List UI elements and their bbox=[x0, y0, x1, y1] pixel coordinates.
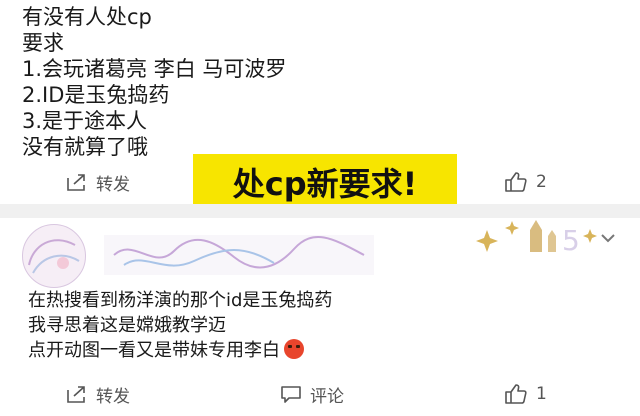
share-button[interactable]: 转发 bbox=[66, 164, 130, 200]
overlay-banner: 处cp新要求! bbox=[193, 154, 457, 210]
share-label: 转发 bbox=[96, 386, 130, 407]
like-count: 2 bbox=[536, 172, 547, 192]
blurred-username bbox=[104, 231, 374, 279]
like-button[interactable]: 2 bbox=[504, 164, 547, 200]
avatar[interactable] bbox=[22, 224, 86, 288]
share-label: 转发 bbox=[96, 174, 130, 195]
like-button[interactable]: 1 bbox=[504, 376, 547, 412]
comment-line-text: 点开动图一看又是带妹专用李白 bbox=[28, 340, 280, 361]
post-line: 3.是于途本人 bbox=[22, 109, 148, 133]
comment-line: 我寻思着这是嫦娥教学迈 bbox=[28, 315, 226, 336]
chevron-down-icon[interactable] bbox=[596, 226, 620, 250]
comment-label: 评论 bbox=[310, 386, 344, 407]
comment-content: 在热搜看到杨洋演的那个id是玉兔捣药 我寻思着这是嫦娥教学迈 点开动图一看又是带… bbox=[28, 288, 332, 363]
post-line: 1.会玩诸葛亮 李白 马可波罗 bbox=[22, 57, 287, 81]
sparkle-decoration-icon: 5 bbox=[470, 216, 600, 256]
comment-button[interactable]: 评论 bbox=[280, 376, 344, 412]
like-count: 1 bbox=[536, 384, 547, 404]
post-line: 要求 bbox=[22, 31, 64, 55]
svg-text:5: 5 bbox=[562, 224, 580, 256]
share-button[interactable]: 转发 bbox=[66, 376, 130, 412]
post-content: 有没有人处cp 要求 1.会玩诸葛亮 李白 马可波罗 2.ID是玉兔捣药 3.是… bbox=[22, 4, 286, 160]
post-line: 有没有人处cp bbox=[22, 5, 152, 29]
comment-icon bbox=[280, 384, 302, 404]
comment-line: 点开动图一看又是带妹专用李白 bbox=[28, 338, 332, 363]
post-line: 2.ID是玉兔捣药 bbox=[22, 83, 170, 107]
share-icon bbox=[66, 384, 88, 404]
comment-line: 在热搜看到杨洋演的那个id是玉兔捣药 bbox=[28, 290, 333, 311]
comment-action-bar: 转发 评论 1 bbox=[0, 376, 640, 412]
angry-face-emoji bbox=[284, 339, 304, 359]
like-icon bbox=[504, 383, 528, 405]
like-icon bbox=[504, 171, 528, 193]
share-icon bbox=[66, 172, 88, 192]
